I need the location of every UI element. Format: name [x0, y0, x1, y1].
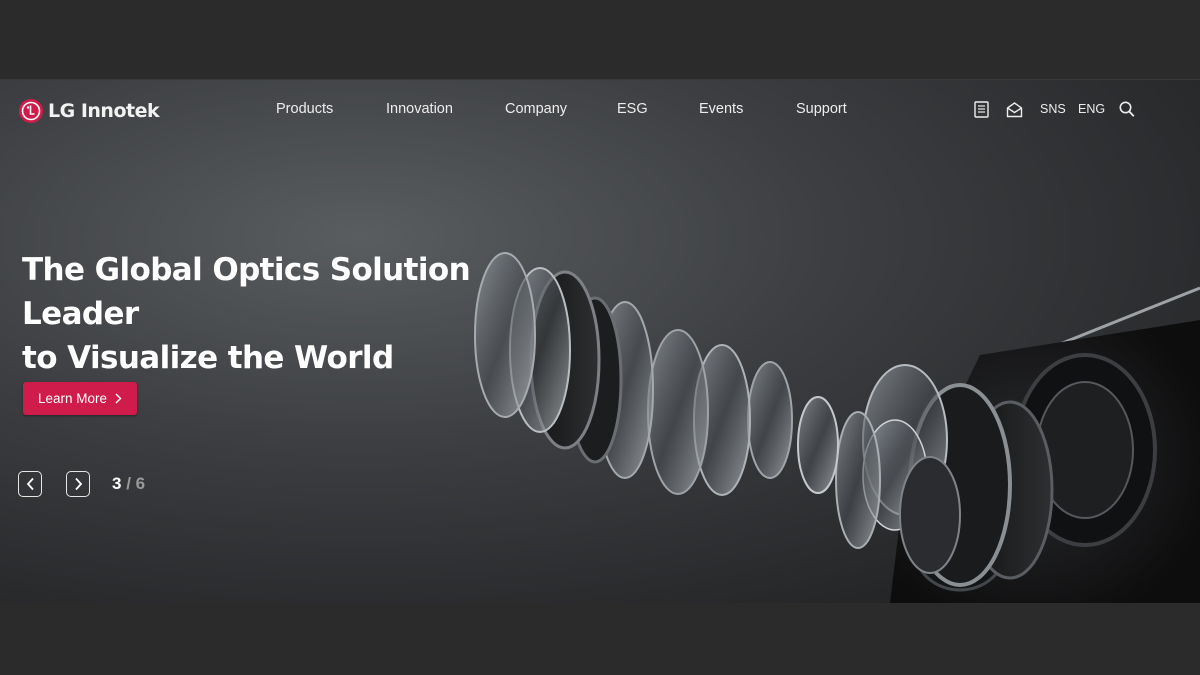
slider-prev-button[interactable] [18, 471, 42, 497]
nav-item-events[interactable]: Events [699, 101, 743, 117]
search-icon[interactable] [1119, 101, 1135, 118]
nav-item-esg[interactable]: ESG [617, 101, 648, 117]
slider-next-button[interactable] [66, 471, 90, 497]
slide-separator: / [126, 474, 131, 493]
brand-name: LG Innotek [48, 100, 160, 122]
slide-counter: 3 / 6 [112, 474, 145, 494]
slide-total: 6 [135, 474, 146, 493]
hero-headline: The Global Optics Solution Leader to Vis… [22, 248, 582, 380]
hero-headline-line-2: to Visualize the World [22, 340, 394, 376]
lg-logo-icon [19, 99, 43, 123]
chevron-right-icon [115, 393, 122, 404]
learn-more-button[interactable]: Learn More [23, 382, 137, 415]
nav-item-products[interactable]: Products [276, 101, 333, 117]
learn-more-label: Learn More [37, 391, 108, 406]
newspaper-icon[interactable] [974, 101, 989, 118]
language-selector[interactable]: ENG [1078, 102, 1105, 116]
nav-item-innovation[interactable]: Innovation [386, 101, 453, 117]
chevron-right-icon [74, 477, 82, 491]
nav-item-support[interactable]: Support [796, 101, 847, 117]
lg-innotek-logo[interactable]: LG Innotek [18, 98, 160, 124]
hero-section: LG Innotek Products Innovation Company E… [0, 79, 1200, 603]
hero-headline-line-1: The Global Optics Solution Leader [22, 252, 471, 332]
nav-item-company[interactable]: Company [505, 101, 567, 117]
chevron-left-icon [26, 477, 34, 491]
slide-current: 3 [112, 474, 122, 493]
slider-pagination: 3 / 6 [18, 471, 145, 497]
sns-link[interactable]: SNS [1040, 102, 1066, 116]
mail-icon[interactable] [1006, 101, 1023, 118]
